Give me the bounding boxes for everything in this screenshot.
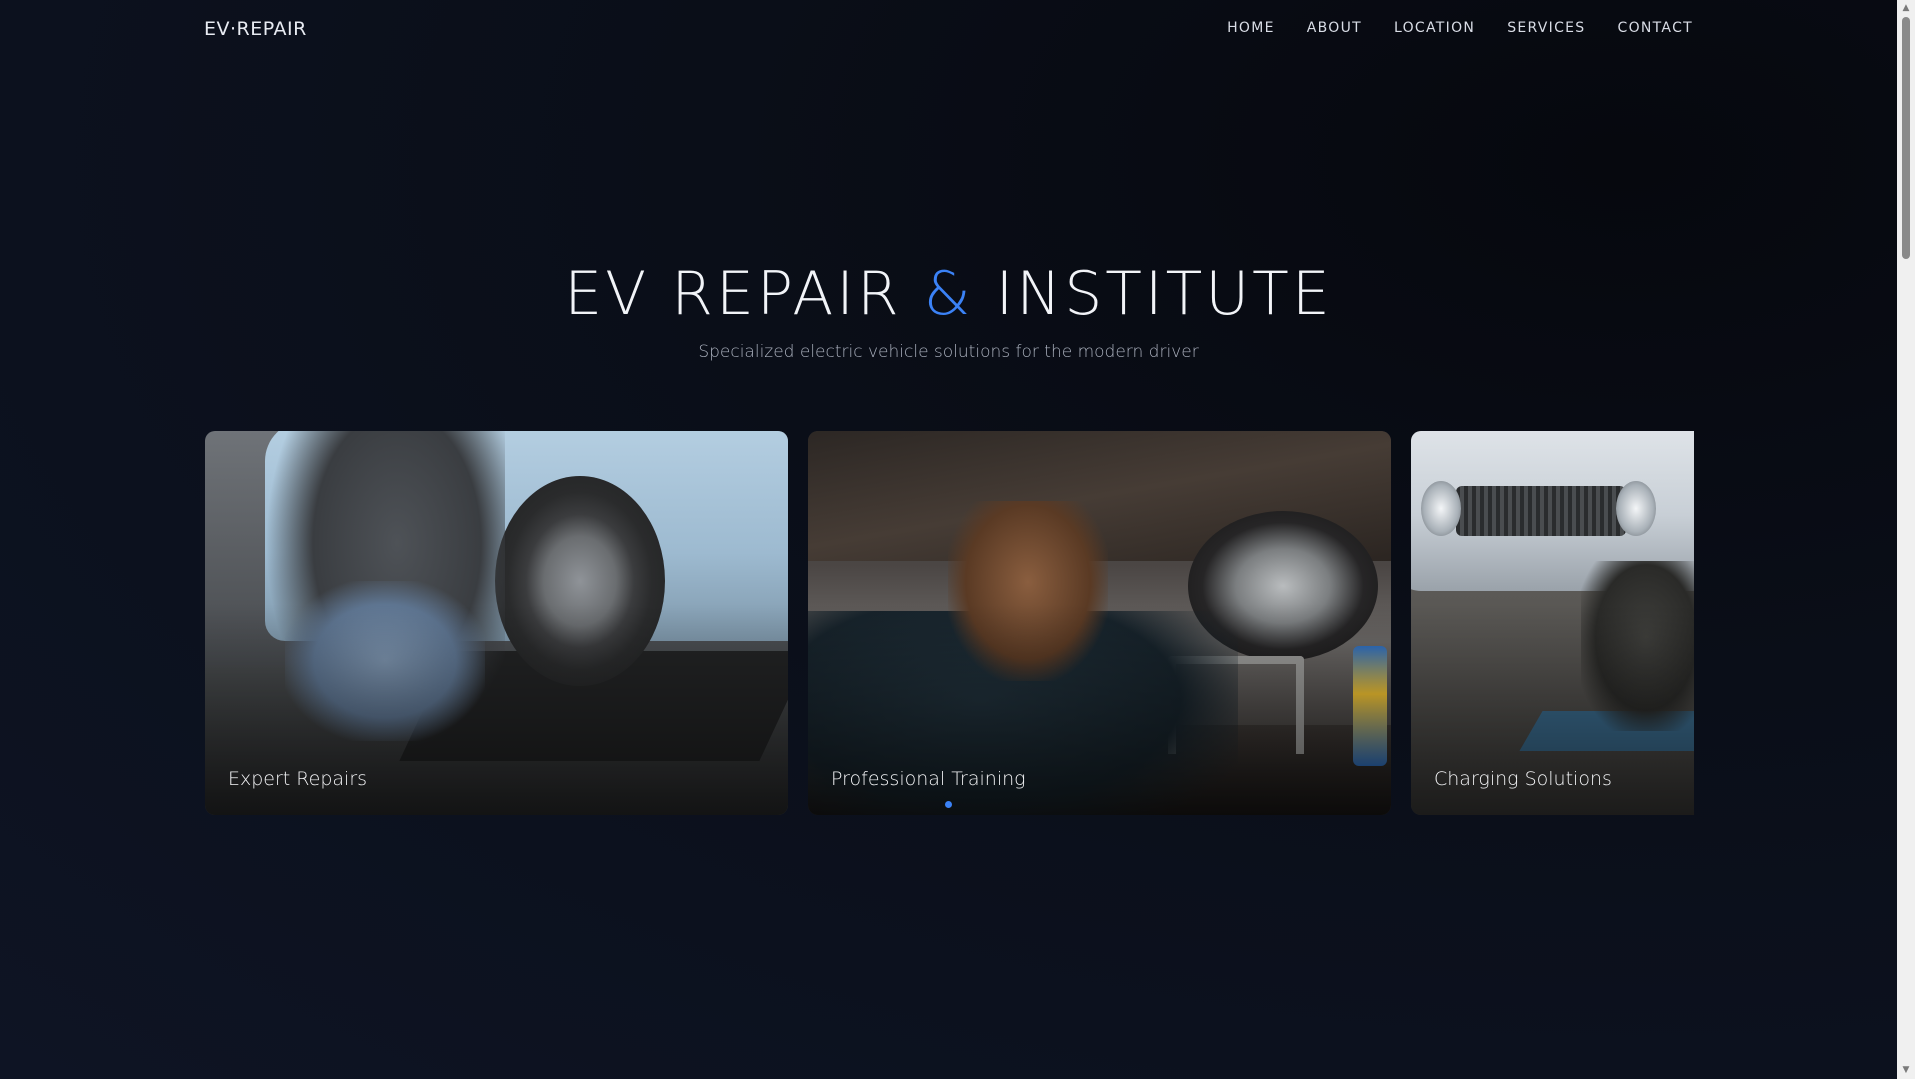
carousel-card-expert-repairs[interactable]: Expert Repairs <box>205 431 788 815</box>
site-logo[interactable]: EV·REPAIR <box>204 18 307 40</box>
page: EV·REPAIR HOME ABOUT LOCATION SERVICES C… <box>0 0 1897 1079</box>
nav-link-contact[interactable]: CONTACT <box>1618 20 1694 36</box>
nav-link-location[interactable]: LOCATION <box>1394 20 1475 36</box>
navbar: EV·REPAIR HOME ABOUT LOCATION SERVICES C… <box>204 0 1693 62</box>
triangle-down-icon[interactable]: ▼ <box>1897 1062 1915 1079</box>
card-label: Charging Solutions <box>1434 768 1612 790</box>
nav-link-home[interactable]: HOME <box>1227 20 1275 36</box>
service-carousel[interactable]: Expert Repairs Professional Training Cha… <box>205 431 1694 815</box>
nav-link-about[interactable]: ABOUT <box>1307 20 1362 36</box>
scrollbar-thumb[interactable] <box>1902 17 1910 259</box>
hero-subtitle: Specialized electric vehicle solutions f… <box>698 342 1199 362</box>
triangle-up-icon[interactable]: ▲ <box>1897 0 1915 17</box>
card-label: Professional Training <box>831 768 1026 790</box>
vertical-scrollbar[interactable]: ▲ ▼ <box>1897 0 1915 1079</box>
carousel-card-charging-solutions[interactable]: Charging Solutions <box>1411 431 1694 815</box>
nav-links: HOME ABOUT LOCATION SERVICES CONTACT <box>1227 20 1693 36</box>
hero-title-part1: EV REPAIR <box>564 259 902 329</box>
carousel-card-professional-training[interactable]: Professional Training <box>808 431 1391 815</box>
hero-title-ampersand: & <box>923 259 974 329</box>
hero-title-part2: INSTITUTE <box>995 259 1333 329</box>
carousel-indicator-dot[interactable] <box>945 801 952 808</box>
card-label: Expert Repairs <box>228 768 368 790</box>
nav-link-services[interactable]: SERVICES <box>1507 20 1585 36</box>
hero-title: EV REPAIR & INSTITUTE <box>0 258 1897 330</box>
